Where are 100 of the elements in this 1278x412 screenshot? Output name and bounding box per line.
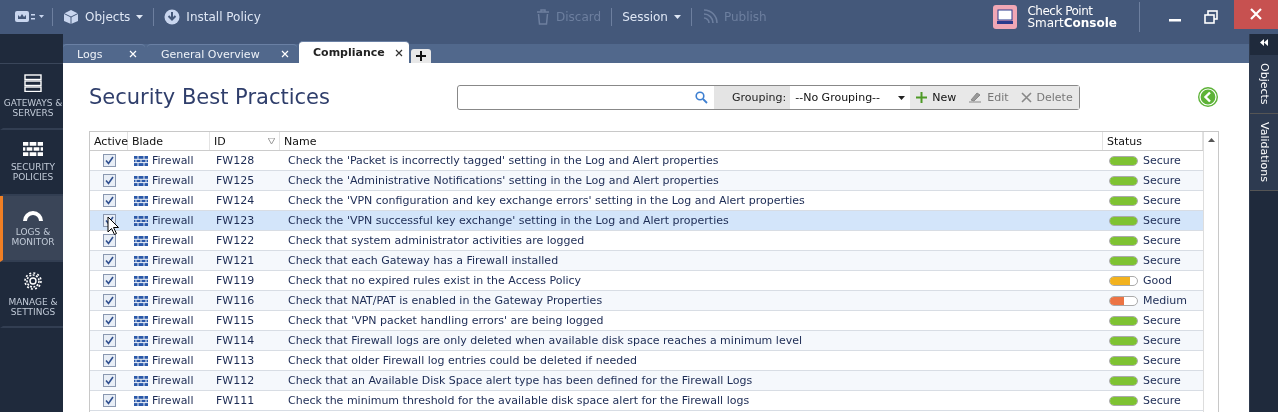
restore-icon[interactable]: [1204, 10, 1218, 24]
trash-icon: [536, 9, 550, 25]
gear-icon: [23, 271, 43, 291]
table-cell: FW121: [216, 254, 255, 267]
caret-icon: [136, 15, 144, 19]
close-icon[interactable]: [394, 48, 403, 57]
table-cell: Firewall: [152, 334, 194, 347]
table-cell: Secure: [1143, 194, 1181, 207]
close-button[interactable]: [1234, 0, 1278, 29]
sidebar-item[interactable]: LOGS & MONITOR: [0, 196, 63, 262]
checkbox[interactable]: [102, 274, 116, 287]
firewall-icon: [134, 355, 148, 366]
status-meter: [1109, 175, 1138, 186]
table-cell: Check that no expired rules exist in the Access Policy: [288, 274, 582, 287]
scrollbar[interactable]: [1203, 132, 1218, 412]
back-icon[interactable]: [1197, 86, 1219, 108]
table-cell: FW125: [216, 174, 255, 187]
grouping-label: Grouping:: [714, 86, 791, 109]
table-cell: Check that system administrator activities are logged: [288, 234, 585, 247]
install-policy-button[interactable]: Install Policy: [162, 9, 263, 25]
table-cell: Check the 'Packet is incorrectly tagged' setting in the Log and Alert properties: [288, 154, 719, 167]
table-cell: FW111: [216, 394, 255, 407]
checkbox[interactable]: [102, 254, 116, 267]
table-cell: Secure: [1143, 254, 1181, 267]
status-meter: [1109, 155, 1138, 166]
caret-icon: [898, 95, 906, 100]
table-cell: Secure: [1143, 314, 1181, 327]
table-cell: Firewall: [152, 154, 194, 167]
status-meter: [1109, 315, 1138, 326]
search-field[interactable]: [458, 86, 714, 109]
checkbox[interactable]: [102, 154, 116, 167]
checkbox[interactable]: [102, 354, 116, 367]
checkbox[interactable]: [102, 314, 116, 327]
column-header[interactable]: Blade: [128, 132, 210, 150]
grouping-dropdown[interactable]: --No Grouping--: [790, 86, 911, 109]
table-cell: Good: [1143, 274, 1172, 287]
firewall-icon: [134, 375, 148, 386]
firewall-icon: [134, 195, 148, 206]
server-icon: [24, 74, 42, 92]
collapse-icon[interactable]: [1260, 39, 1268, 46]
status-meter: [1109, 335, 1138, 346]
table-cell: FW116: [216, 294, 255, 307]
add-tab-button[interactable]: [411, 49, 431, 63]
tab[interactable]: Logs: [63, 44, 145, 63]
checkbox[interactable]: [102, 334, 116, 347]
table-row[interactable]: Firewall FW111 Check the minimum threshold for the available disk space alert for the Firewall logs Secure: [90, 391, 1203, 411]
close-icon: [1249, 7, 1263, 21]
filter-icon[interactable]: [268, 138, 275, 144]
table-cell: Medium: [1143, 294, 1187, 307]
checkbox[interactable]: [102, 174, 116, 187]
table-cell: Firewall: [152, 214, 194, 227]
table-row[interactable]: Firewall FW116 Check that NAT/PAT is enabled in the Gateway Properties Medium: [90, 291, 1203, 311]
checkbox[interactable]: [102, 374, 116, 387]
brick-wall-icon: [23, 142, 43, 156]
table-cell: Secure: [1143, 354, 1181, 367]
firewall-icon: [134, 395, 148, 406]
firewall-icon: [134, 175, 148, 186]
status-meter: [1109, 255, 1138, 266]
download-icon: [164, 9, 181, 25]
status-meter: [1109, 215, 1138, 226]
scroll-up-icon[interactable]: [1207, 138, 1215, 142]
objects-button[interactable]: Objects: [61, 9, 146, 25]
table-cell: Check that each Gateway has a Firewall installed: [288, 254, 559, 267]
firewall-icon: [134, 255, 148, 266]
checkbox[interactable]: [102, 194, 116, 207]
table-row[interactable]: Firewall FW112 Check that an Available Disk Space alert type has been defined for the Firewall Logs Secure: [90, 371, 1203, 391]
table-row[interactable]: Firewall FW125 Check the 'Administrative Notifications' setting in the Log and Alert properties Secure: [90, 171, 1203, 191]
table-cell: FW128: [216, 154, 255, 167]
pencil-icon: [968, 92, 983, 103]
table-cell: Check that an Available Disk Space alert type has been defined for the Firewall Logs: [288, 374, 753, 387]
checkbox[interactable]: [102, 294, 116, 307]
column-header[interactable]: Status: [1103, 132, 1203, 150]
column-header[interactable]: Name: [280, 132, 1103, 150]
logo-icon: [993, 5, 1018, 29]
checkbox[interactable]: [102, 234, 116, 247]
gauge-icon: [22, 209, 44, 221]
table-cell: Firewall: [152, 174, 194, 187]
firewall-icon: [134, 335, 148, 346]
checkbox[interactable]: [102, 394, 116, 407]
table-cell: Secure: [1143, 234, 1181, 247]
table-cell: Check the minimum threshold for the available disk space alert for the Firewall logs: [288, 394, 750, 407]
table-cell: Firewall: [152, 354, 194, 367]
column-header[interactable]: Active: [90, 132, 128, 150]
table-cell: Firewall: [152, 234, 194, 247]
session-button[interactable]: Session: [620, 10, 683, 24]
table-row[interactable]: Firewall FW123 Check the 'VPN successful key exchange' setting in the Log and Alert properties Secure: [90, 211, 1203, 231]
table-row[interactable]: Firewall FW114 Check that Firewall logs are only deleted when available disk space reaches a minimum level Secure: [90, 331, 1203, 351]
table-cell: Check the 'VPN configuration and key exchange errors' setting in the Log and Alert properties: [288, 194, 805, 207]
table-row[interactable]: Firewall FW121 Check that each Gateway has a Firewall installed Secure: [90, 251, 1203, 271]
table-cell: Check the 'VPN successful key exchange' setting in the Log and Alert properties: [288, 214, 729, 227]
menu-icon[interactable]: [14, 9, 44, 25]
tab[interactable]: Compliance: [299, 41, 409, 63]
column-header[interactable]: ID: [210, 132, 280, 150]
x-icon: [1020, 92, 1032, 103]
side-tab[interactable]: Validations: [1250, 113, 1278, 191]
brand-logo: Check Point SmartConsole: [1027, 5, 1117, 29]
table-cell: Secure: [1143, 394, 1181, 407]
table-cell: Secure: [1143, 154, 1181, 167]
side-tab[interactable]: Objects: [1250, 55, 1278, 114]
page-title: Security Best Practices: [89, 85, 331, 109]
